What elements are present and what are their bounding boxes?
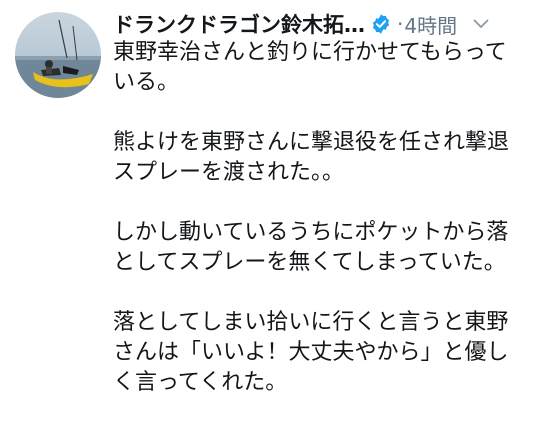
tweet-paragraph-1: 東野幸治さんと釣りに行かせてもらって いる。 bbox=[113, 38, 523, 98]
tweet-text: 東野幸治さんと釣りに行かせてもらって いる。 熊よけを東野さんに撃退役を任され撃… bbox=[113, 38, 523, 428]
tweet-timestamp[interactable]: 4時間 bbox=[404, 10, 457, 39]
tweet-paragraph-4: 落としてしまい拾いに行くと言うと東野 さんは「いいよ！大丈夫やから」と優し く言… bbox=[113, 308, 523, 398]
avatar[interactable] bbox=[15, 12, 101, 98]
tweet-text-line: く言ってくれた。 bbox=[113, 370, 288, 395]
tweet-text-line: としてスプレーを無くてしまっていた。 bbox=[113, 250, 506, 275]
header-separator: · bbox=[397, 12, 404, 36]
tweet-paragraph-3: しかし動いているうちにポケットから落 としてスプレーを無くてしまっていた。 bbox=[113, 218, 523, 278]
chevron-down-icon[interactable] bbox=[471, 14, 491, 34]
tweet-header: ドランクドラゴン鈴木拓… · 4時間 bbox=[113, 8, 528, 40]
tweet-text-line: いる。 bbox=[113, 70, 180, 95]
tweet-paragraph-2: 熊よけを東野さんに撃退役を任され撃退 スプレーを渡された。。 bbox=[113, 128, 523, 188]
tweet-text-line: 東野幸治さんと釣りに行かせてもらって bbox=[113, 40, 507, 65]
tweet-text-line: 落としてしまい拾いに行くと言うと東野 bbox=[113, 310, 509, 335]
tweet-text-line: しかし動いているうちにポケットから落 bbox=[113, 220, 509, 245]
author-display-name[interactable]: ドランクドラゴン鈴木拓… bbox=[113, 9, 365, 39]
tweet-card: ドランクドラゴン鈴木拓… · 4時間 東野幸治さんと釣りに行かせてもらって いる… bbox=[0, 0, 540, 403]
verified-badge-icon bbox=[372, 14, 390, 34]
tweet-text-line: 熊よけを東野さんに撃退役を任され撃退 bbox=[113, 130, 510, 155]
profile-photo-icon bbox=[15, 12, 101, 98]
tweet-text-line: スプレーを渡された。。 bbox=[113, 160, 345, 185]
tweet-text-line: さんは「いいよ！大丈夫やから」と優し bbox=[113, 340, 509, 365]
